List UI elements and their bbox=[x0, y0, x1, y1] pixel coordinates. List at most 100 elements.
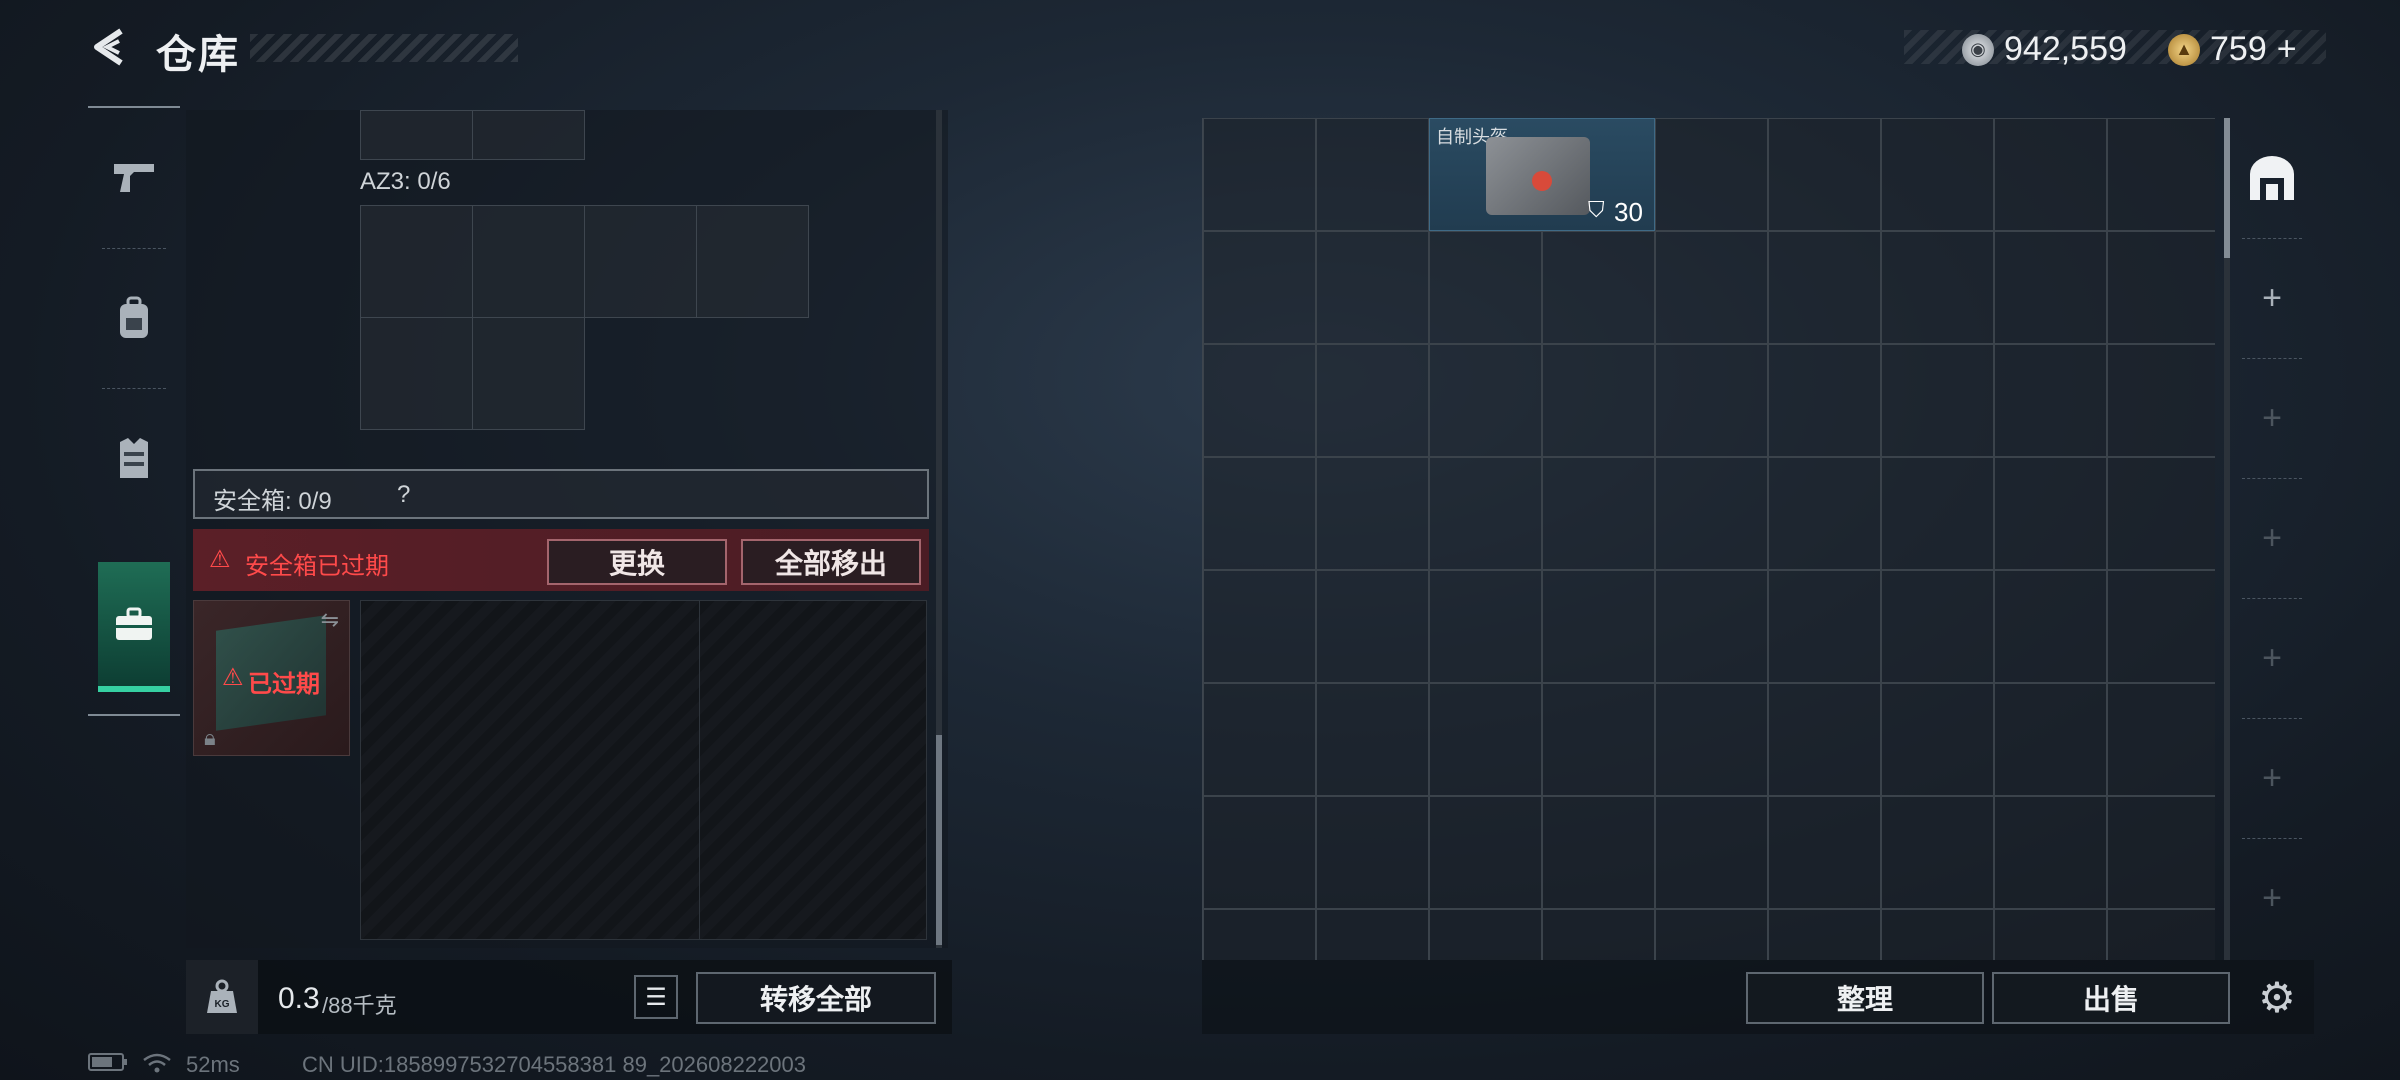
container-slot[interactable] bbox=[360, 110, 473, 160]
storage-slot[interactable] bbox=[1994, 570, 2107, 683]
sidebar-item-weapon[interactable] bbox=[88, 108, 180, 248]
add-page-button-disabled[interactable]: + bbox=[2232, 598, 2312, 718]
storage-slot[interactable] bbox=[1429, 344, 1542, 457]
storage-page-1[interactable] bbox=[2232, 118, 2312, 238]
gold-plus[interactable]: + bbox=[2277, 30, 2297, 69]
add-page-button-disabled[interactable]: + bbox=[2232, 358, 2312, 478]
storage-slot[interactable] bbox=[1768, 683, 1881, 796]
az3-slot[interactable] bbox=[472, 205, 585, 318]
storage-slot[interactable] bbox=[1542, 457, 1655, 570]
add-page-button-disabled[interactable]: + bbox=[2232, 478, 2312, 598]
container-slot[interactable] bbox=[472, 110, 585, 160]
storage-slot[interactable] bbox=[1655, 231, 1768, 344]
storage-slot[interactable] bbox=[1542, 796, 1655, 909]
sidebar-item-backpack[interactable] bbox=[88, 248, 180, 388]
storage-slot[interactable] bbox=[1429, 457, 1542, 570]
add-page-button-disabled[interactable]: + bbox=[2232, 838, 2312, 958]
back-button[interactable] bbox=[88, 24, 134, 70]
storage-slot[interactable] bbox=[1994, 231, 2107, 344]
storage-slot[interactable] bbox=[1655, 570, 1768, 683]
storage-slot[interactable] bbox=[1768, 344, 1881, 457]
storage-slot[interactable] bbox=[1881, 457, 1994, 570]
storage-slot[interactable] bbox=[1429, 796, 1542, 909]
sidebar-item-case[interactable] bbox=[98, 562, 170, 692]
storage-slot[interactable] bbox=[1994, 796, 2107, 909]
storage-slot[interactable] bbox=[2107, 683, 2215, 796]
right-scroll-thumb[interactable] bbox=[2224, 118, 2230, 258]
storage-slot[interactable] bbox=[1203, 796, 1316, 909]
storage-slot[interactable] bbox=[1429, 909, 1542, 960]
storage-slot[interactable] bbox=[1881, 909, 1994, 960]
swap-icon[interactable]: ⇋ bbox=[321, 607, 339, 633]
storage-slot[interactable] bbox=[1316, 909, 1429, 960]
help-icon[interactable]: ? bbox=[397, 481, 410, 509]
storage-slot[interactable] bbox=[1655, 909, 1768, 960]
storage-slot[interactable] bbox=[1429, 570, 1542, 683]
storage-slot[interactable] bbox=[1203, 344, 1316, 457]
storage-slot[interactable] bbox=[1655, 457, 1768, 570]
settings-gear-icon[interactable]: ⚙ bbox=[2250, 970, 2304, 1024]
silver-currency[interactable]: ◉ 942,559 bbox=[1962, 30, 2127, 69]
gold-currency[interactable]: ▲ 759 + bbox=[2168, 30, 2297, 69]
storage-slot[interactable] bbox=[2107, 231, 2215, 344]
safe-box-item[interactable]: ⇋ ⚠ 已过期 🔒︎ bbox=[193, 600, 350, 756]
add-page-button[interactable]: + bbox=[2232, 238, 2312, 358]
storage-slot[interactable] bbox=[1316, 796, 1429, 909]
az3-slot[interactable] bbox=[584, 205, 697, 318]
storage-slot[interactable] bbox=[1542, 344, 1655, 457]
storage-slot[interactable] bbox=[2107, 909, 2215, 960]
storage-slot[interactable] bbox=[2107, 457, 2215, 570]
az3-slot[interactable] bbox=[360, 205, 473, 318]
az3-slot[interactable] bbox=[696, 205, 809, 318]
storage-slot[interactable] bbox=[1994, 683, 2107, 796]
az3-slot[interactable] bbox=[360, 317, 473, 430]
storage-slot[interactable] bbox=[1768, 570, 1881, 683]
az3-slot[interactable] bbox=[472, 317, 585, 430]
replace-button[interactable]: 更换 bbox=[547, 539, 727, 585]
storage-slot[interactable] bbox=[1994, 909, 2107, 960]
storage-slot[interactable] bbox=[1316, 344, 1429, 457]
storage-slot[interactable] bbox=[1655, 683, 1768, 796]
storage-slot[interactable] bbox=[1316, 118, 1429, 231]
storage-slot[interactable] bbox=[1542, 231, 1655, 344]
storage-slot[interactable] bbox=[1881, 118, 1994, 231]
storage-slot[interactable] bbox=[1655, 796, 1768, 909]
storage-slot[interactable] bbox=[1203, 570, 1316, 683]
storage-slot[interactable] bbox=[1203, 909, 1316, 960]
storage-slot[interactable] bbox=[2107, 344, 2215, 457]
list-view-icon[interactable]: ☰ bbox=[634, 975, 678, 1019]
sort-button[interactable]: 整理 bbox=[1746, 972, 1984, 1024]
storage-slot[interactable] bbox=[1203, 231, 1316, 344]
storage-slot[interactable] bbox=[1768, 231, 1881, 344]
storage-slot[interactable] bbox=[2107, 118, 2215, 231]
storage-slot[interactable] bbox=[1542, 683, 1655, 796]
storage-slot[interactable] bbox=[1542, 570, 1655, 683]
storage-slot[interactable] bbox=[1768, 457, 1881, 570]
transfer-all-button[interactable]: 转移全部 bbox=[696, 972, 936, 1024]
storage-slot[interactable] bbox=[1429, 683, 1542, 796]
move-all-out-button[interactable]: 全部移出 bbox=[741, 539, 921, 585]
storage-slot[interactable] bbox=[1316, 457, 1429, 570]
storage-slot[interactable] bbox=[1768, 118, 1881, 231]
storage-slot[interactable] bbox=[1542, 909, 1655, 960]
storage-slot[interactable] bbox=[1881, 231, 1994, 344]
storage-slot[interactable] bbox=[1316, 570, 1429, 683]
storage-slot[interactable] bbox=[1203, 118, 1316, 231]
storage-item-helmet[interactable]: 自制头盔 ⛉ 30 bbox=[1429, 118, 1655, 231]
storage-slot[interactable] bbox=[2107, 570, 2215, 683]
storage-slot[interactable] bbox=[1316, 683, 1429, 796]
sidebar-item-vest[interactable] bbox=[88, 388, 180, 528]
storage-slot[interactable] bbox=[1655, 118, 1768, 231]
storage-slot[interactable] bbox=[1768, 909, 1881, 960]
storage-slot[interactable] bbox=[1881, 796, 1994, 909]
storage-slot[interactable] bbox=[1881, 344, 1994, 457]
storage-slot[interactable] bbox=[1881, 683, 1994, 796]
storage-slot[interactable] bbox=[1203, 457, 1316, 570]
add-page-button-disabled[interactable]: + bbox=[2232, 718, 2312, 838]
storage-slot[interactable] bbox=[1994, 344, 2107, 457]
storage-slot[interactable] bbox=[1316, 231, 1429, 344]
storage-slot[interactable] bbox=[1994, 457, 2107, 570]
storage-slot[interactable] bbox=[1655, 344, 1768, 457]
sell-button[interactable]: 出售 bbox=[1992, 972, 2230, 1024]
storage-slot[interactable] bbox=[1994, 118, 2107, 231]
